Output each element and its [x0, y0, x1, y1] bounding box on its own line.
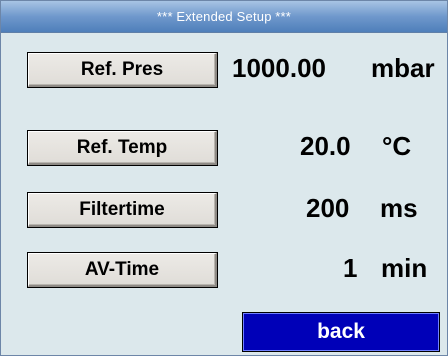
filtertime-value: 200 [306, 193, 350, 223]
extended-setup-screen: *** Extended Setup *** Ref. Pres 1000.00… [0, 0, 448, 356]
av-time-value: 1 [343, 253, 358, 283]
ref-pres-button[interactable]: Ref. Pres [28, 53, 217, 87]
setting-row-ref-pres: Ref. Pres 1000.00 mbar [1, 53, 447, 93]
ref-temp-unit: °C [382, 131, 412, 161]
ref-temp-button[interactable]: Ref. Temp [28, 131, 217, 165]
av-time-unit: min [381, 253, 428, 283]
title-stars-left: *** [156, 9, 173, 24]
filtertime-unit: ms [380, 193, 418, 223]
ref-pres-unit: mbar [371, 53, 435, 83]
title-bar: *** Extended Setup *** [1, 1, 447, 33]
av-time-button[interactable]: AV-Time [28, 253, 217, 287]
back-button[interactable]: back [242, 312, 440, 352]
filtertime-button[interactable]: Filtertime [28, 193, 217, 227]
setting-row-av-time: AV-Time 1 min [1, 253, 447, 293]
ref-temp-value: 20.0 [300, 131, 351, 161]
title-stars-right: *** [275, 9, 292, 24]
ref-pres-value: 1000.00 [232, 53, 326, 83]
setting-row-filtertime: Filtertime 200 ms [1, 193, 447, 233]
setting-row-ref-temp: Ref. Temp 20.0 °C [1, 131, 447, 171]
page-title: Extended Setup [176, 9, 272, 24]
